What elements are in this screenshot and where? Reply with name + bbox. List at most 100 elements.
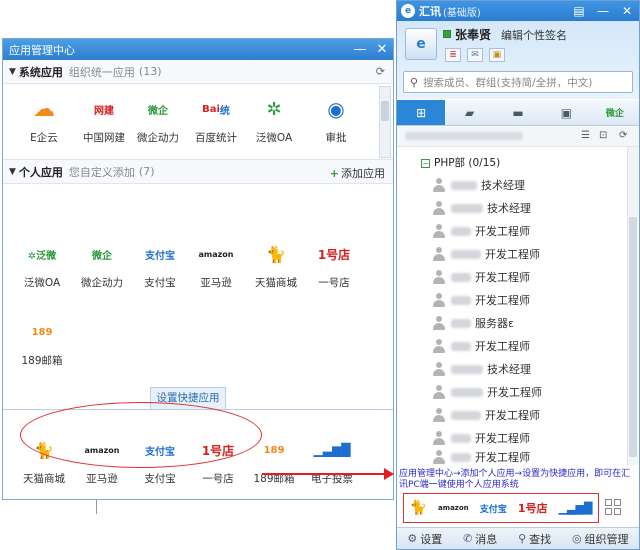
member-item[interactable]: 技术经理: [433, 175, 525, 195]
collapse-icon[interactable]: −: [421, 159, 430, 168]
highlight-ellipse: [20, 402, 262, 468]
member-item[interactable]: 开发工程师: [433, 221, 530, 241]
member-item[interactable]: 技术经理: [433, 198, 531, 218]
app-tile[interactable]: 189 189邮箱: [13, 317, 71, 368]
org-manage-button[interactable]: ◎ 组织管理: [572, 531, 629, 547]
approval-icon: ◉: [327, 97, 345, 121]
member-name-blurred: [451, 249, 481, 259]
app-tile[interactable]: Bai 统 百度统计: [187, 94, 245, 145]
section-count: (7): [138, 165, 155, 178]
notes-icon[interactable]: ≣: [445, 48, 461, 62]
signature-field[interactable]: 编辑个性签名: [501, 27, 567, 43]
system-apps-header[interactable]: ▼ 系统应用 组织统一应用 (13) ⟳: [3, 60, 393, 84]
app-tile[interactable]: 🐈 天猫商城: [247, 239, 305, 290]
refresh-icon[interactable]: ⟳: [376, 65, 385, 78]
personal-apps-header[interactable]: ▼ 个人应用 您自定义添加 (7) + 添加应用: [3, 160, 393, 184]
member-item[interactable]: 开发工程师: [433, 290, 530, 310]
baidu-icon: Bai 统: [202, 103, 230, 117]
tab-apps[interactable]: 微企: [591, 100, 639, 125]
tab-notice[interactable]: ▣: [542, 100, 590, 125]
app-tile[interactable]: amazon 亚马逊: [187, 239, 245, 290]
search-input[interactable]: ⚲ 搜索成员、群组(支持简/全拼，中文): [403, 71, 633, 93]
app-tile[interactable]: ✲泛微 泛微OA: [13, 239, 71, 290]
user-icon: [433, 224, 445, 238]
user-name: 张奉贤: [455, 28, 492, 42]
search-icon: ⚲: [518, 532, 527, 545]
notice-text: 应用管理中心→添加个人应用→设置为快捷应用，即可在汇讯PC端一键使用个人应用系统: [399, 469, 631, 490]
member-title: 技术经理: [487, 202, 531, 215]
menu-icon[interactable]: ▤: [567, 4, 591, 18]
settings-button[interactable]: ⚙ 设置: [407, 531, 442, 547]
member-name-blurred: [451, 364, 483, 374]
member-item[interactable]: 开发工程师: [433, 428, 530, 448]
gear-icon: ⚙: [407, 532, 418, 545]
member-title: 开发工程师: [475, 225, 530, 238]
list-icon[interactable]: ☰: [581, 130, 590, 141]
system-apps-scrollbar[interactable]: [379, 86, 391, 158]
messages-button[interactable]: ✆ 消息: [463, 531, 497, 547]
member-item[interactable]: 开发工程师: [433, 267, 530, 287]
shortcut-app-tile[interactable]: ▁▃▆█ 电子投票: [303, 435, 361, 486]
tab-organization[interactable]: ⊞: [397, 100, 446, 125]
member-item[interactable]: 服务器ε: [433, 313, 514, 333]
member-list-scrollbar[interactable]: [627, 147, 638, 465]
minimize-button[interactable]: —: [591, 4, 615, 18]
tab-messages[interactable]: ▬: [494, 100, 542, 125]
member-name-blurred: [451, 295, 471, 305]
user-icon: [433, 450, 445, 464]
edition-label: (基础版): [443, 7, 481, 19]
member-title: 开发工程师: [475, 271, 530, 284]
find-button[interactable]: ⚲ 查找: [518, 531, 551, 547]
vote-icon[interactable]: ▁▃▆█: [559, 502, 593, 515]
yhd-icon[interactable]: 1号店: [518, 500, 548, 516]
app-label: 泛微OA: [23, 277, 61, 289]
app-tile[interactable]: 微企 微企动力: [129, 94, 187, 145]
refresh-icon[interactable]: ⟳: [619, 130, 627, 141]
member-item[interactable]: 开发工程师: [433, 382, 542, 402]
app-tile[interactable]: 微企 微企动力: [73, 239, 131, 290]
department-node[interactable]: − PHP部 (0/15): [421, 155, 500, 170]
add-app-button[interactable]: + 添加应用: [330, 165, 385, 181]
app-tile[interactable]: 网建 中国网建: [75, 94, 133, 145]
scroll-thumb[interactable]: [381, 101, 389, 121]
section-title: 个人应用: [18, 165, 63, 179]
chat-icon: ▰: [464, 105, 475, 120]
app-tile[interactable]: 支付宝 支付宝: [131, 239, 189, 290]
collapse-arrow-icon[interactable]: ▼: [9, 67, 16, 77]
close-button[interactable]: ✕: [615, 4, 639, 18]
alipay-icon[interactable]: 支付宝: [480, 502, 507, 515]
app-label: 泛微OA: [255, 132, 293, 144]
org-icon: ◎: [571, 532, 582, 545]
locate-icon[interactable]: ⊡: [599, 130, 607, 141]
contacts-icon[interactable]: ▣: [489, 48, 505, 62]
app-tile[interactable]: ☁ E企云: [15, 94, 73, 145]
member-name-blurred: [451, 203, 483, 213]
more-apps-grid-icon[interactable]: [605, 499, 621, 515]
add-app-label: 添加应用: [341, 167, 385, 180]
tmall-icon[interactable]: 🐈: [410, 500, 427, 516]
app-tile[interactable]: ◉ 审批: [307, 94, 365, 145]
online-status-icon[interactable]: [443, 30, 451, 38]
collapse-arrow-icon[interactable]: ▼: [9, 167, 16, 177]
member-item[interactable]: 开发工程师: [433, 449, 530, 465]
member-item[interactable]: 开发工程师: [433, 336, 530, 356]
close-button[interactable]: ✕: [371, 42, 393, 57]
tab-chat[interactable]: ▰: [445, 100, 493, 125]
member-name-blurred: [451, 433, 471, 443]
app-tile[interactable]: ✲ 泛微OA: [245, 94, 303, 145]
app-label: 天猫商城: [23, 473, 65, 485]
user-icon: [433, 339, 445, 353]
member-item[interactable]: 开发工程师: [433, 405, 540, 425]
mail-icon[interactable]: ✉: [467, 48, 483, 62]
huixun-window: e 汇讯 (基础版) ▤ — ✕ e 张奉贤 编辑个性签名 ≣ ✉ ▣ ⚲ 搜索…: [396, 0, 640, 550]
app-label: 微企动力: [137, 132, 179, 144]
member-item[interactable]: 开发工程师: [433, 244, 540, 264]
member-item[interactable]: 技术经理: [433, 359, 531, 379]
organization-name: [405, 132, 523, 140]
scroll-thumb[interactable]: [629, 217, 637, 457]
minimize-button[interactable]: —: [349, 42, 371, 57]
app-tile[interactable]: 1号店 一号店: [305, 239, 363, 290]
avatar[interactable]: e: [405, 28, 437, 60]
amazon-icon[interactable]: amazon: [438, 504, 469, 512]
settings-label: 设置: [420, 532, 443, 546]
